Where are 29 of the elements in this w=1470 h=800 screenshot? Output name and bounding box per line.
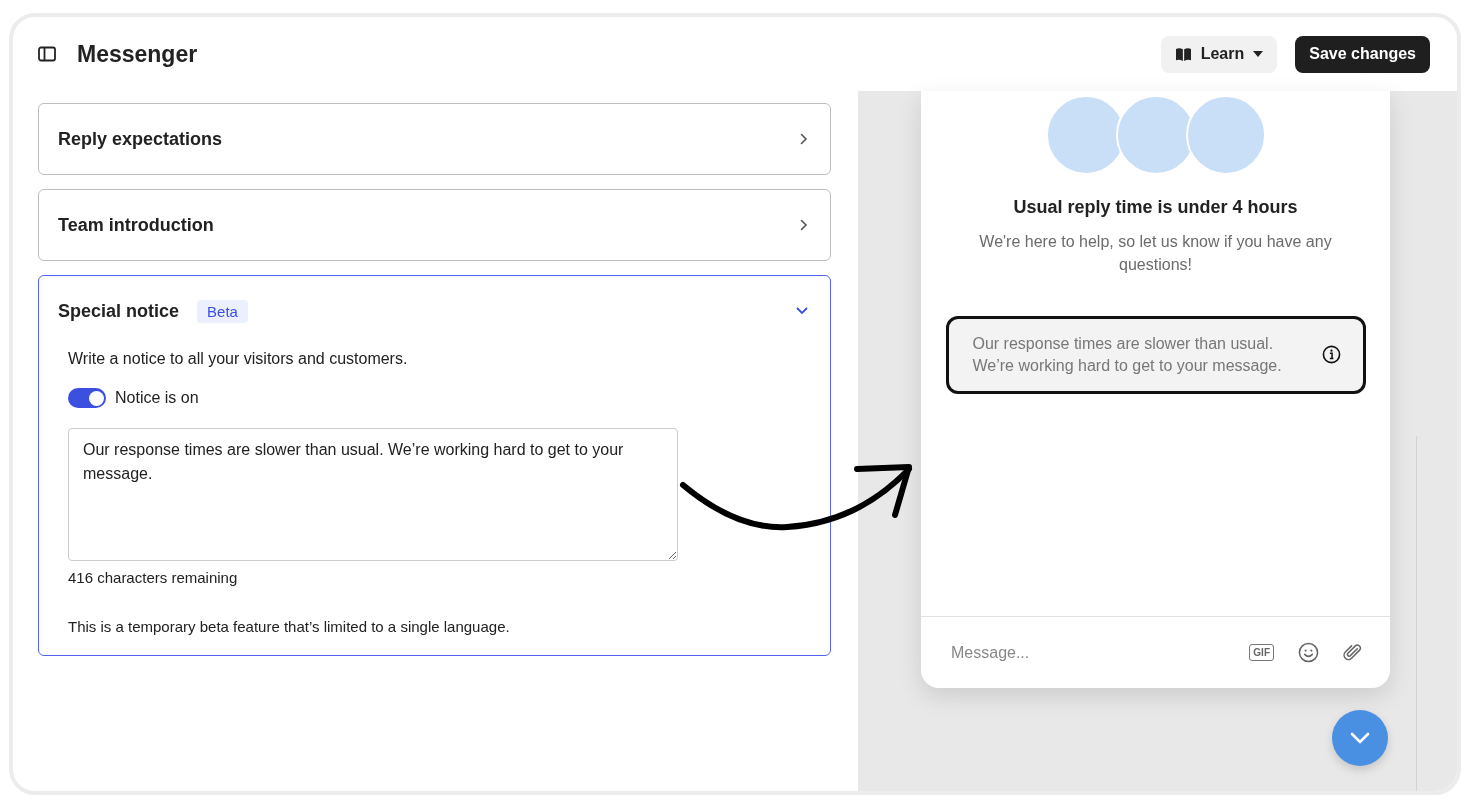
- reply-time-subtext: We're here to help, so let us know if you have any questions!: [978, 232, 1333, 276]
- chevron-down-icon[interactable]: [796, 307, 808, 315]
- section-title[interactable]: Team introduction: [58, 214, 214, 236]
- emoji-icon[interactable]: [1298, 642, 1319, 663]
- message-field[interactable]: Message...: [949, 642, 1226, 663]
- book-icon: [1174, 46, 1192, 62]
- characters-remaining: 416 characters remaining: [68, 569, 239, 586]
- chevron-right-icon[interactable]: [800, 219, 808, 231]
- section-description: Write a notice to all your visitors and customers.: [68, 350, 409, 368]
- beta-badge: Beta: [197, 299, 248, 323]
- notice-toggle[interactable]: [68, 388, 106, 408]
- toggle-label: Notice is on: [115, 389, 199, 407]
- collapse-button[interactable]: [1332, 710, 1388, 766]
- chevron-down-icon: [1350, 732, 1370, 744]
- notice-text-area[interactable]: Our response times are slower than usual. We’re working hard to get to your message.: [68, 428, 678, 561]
- save-button[interactable]: Save changes: [1295, 35, 1430, 73]
- caret-icon: [1253, 51, 1264, 57]
- sidebar-toggle-icon[interactable]: [38, 46, 56, 62]
- beta-note: This is a temporary beta feature that’s limited to a single language.: [68, 618, 511, 635]
- reply-time-heading: Usual reply time is under 4 hours: [1013, 197, 1298, 218]
- section-title[interactable]: Special notice: [58, 300, 180, 322]
- info-icon: [1321, 345, 1341, 365]
- notice-text: Our response times are slower than usual. We’re working hard to get to your message.: [972, 334, 1283, 376]
- paperclip-icon[interactable]: [1343, 643, 1362, 662]
- chevron-right-icon[interactable]: [800, 133, 808, 145]
- section-title[interactable]: Reply expectations: [58, 128, 223, 150]
- page-title: Messenger: [77, 40, 198, 68]
- gif-button[interactable]: GIF: [1249, 644, 1274, 661]
- learn-button[interactable]: Learn: [1160, 35, 1278, 73]
